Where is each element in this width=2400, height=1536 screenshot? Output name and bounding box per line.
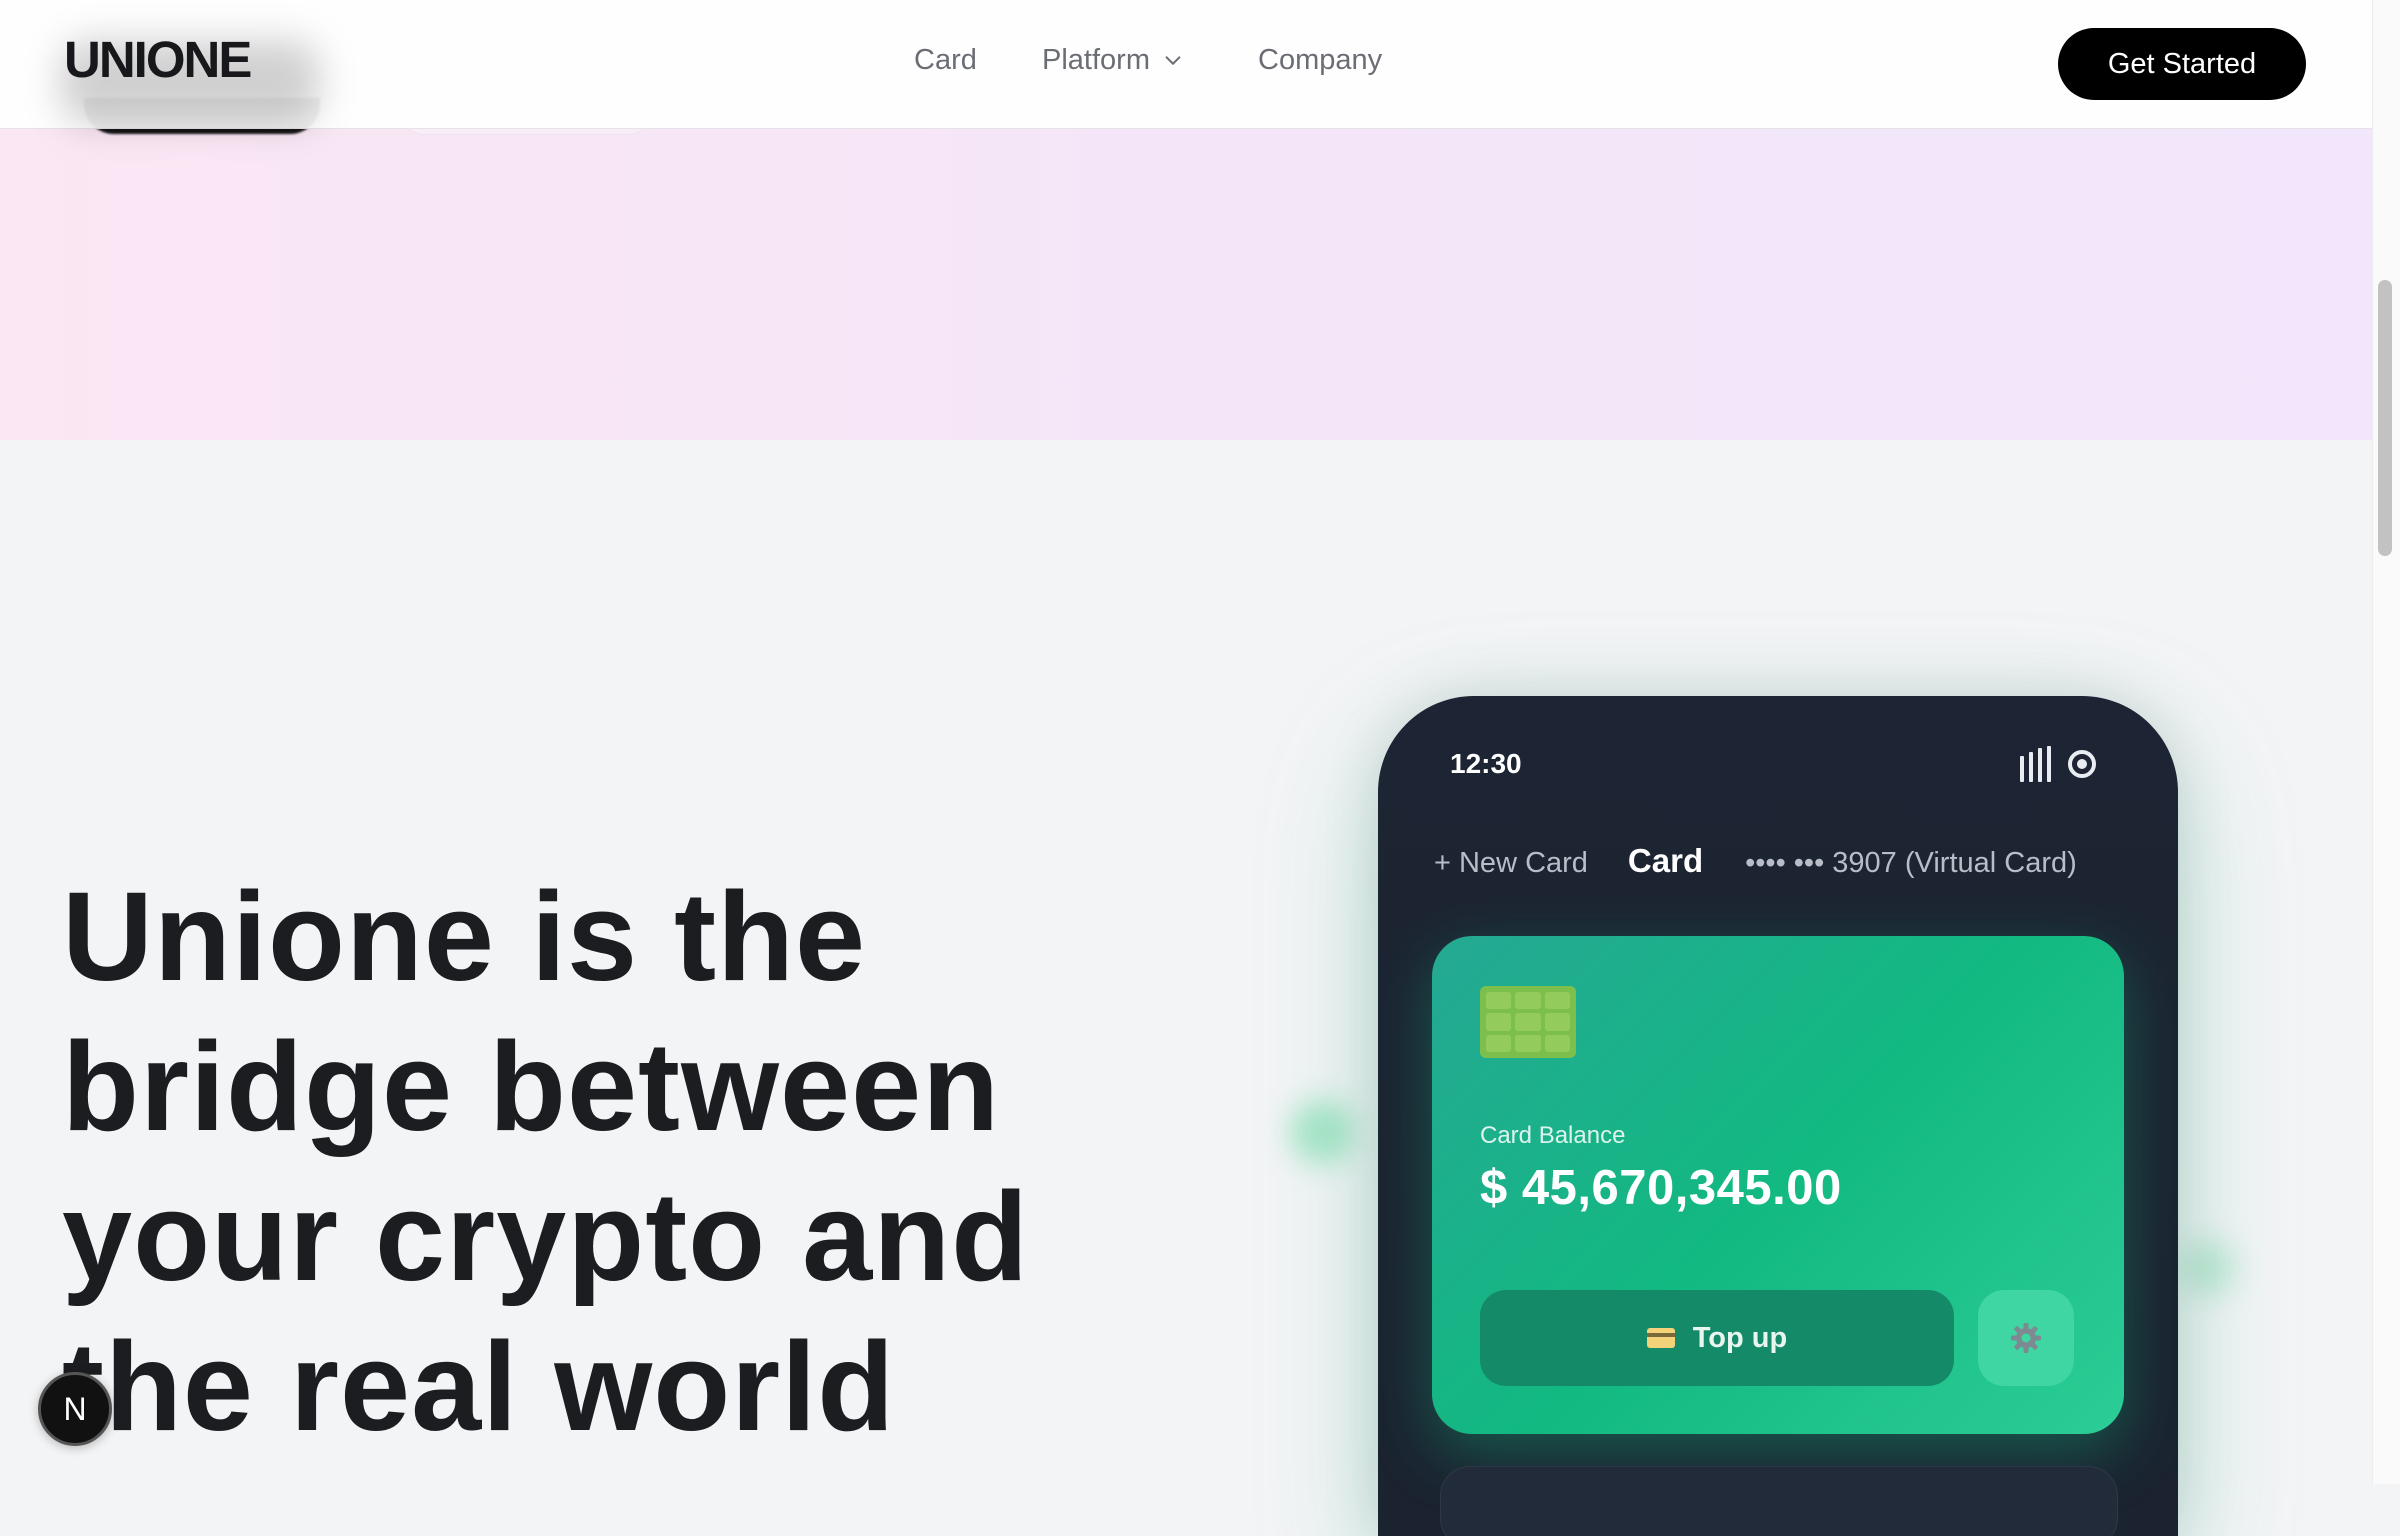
gear-icon bbox=[2011, 1323, 2041, 1353]
credit-card-icon bbox=[1646, 1328, 1675, 1348]
balance-card: Card Balance $ 45,670,345.00 Top up bbox=[1432, 936, 2124, 1434]
status-icons bbox=[2020, 746, 2096, 782]
next-card-preview bbox=[1440, 1466, 2118, 1536]
glow-decoration bbox=[2180, 1240, 2236, 1296]
card-chip-icon bbox=[1480, 986, 1576, 1058]
dev-indicator-badge[interactable]: N bbox=[38, 1372, 112, 1446]
tab-card[interactable]: Card bbox=[1628, 842, 1703, 880]
tab-virtual-card[interactable]: •••• ••• 3907 (Virtual Card) bbox=[1745, 847, 2077, 880]
phone-mockup: 12:30 + New Card Card •••• ••• 3907 (Vir… bbox=[1378, 696, 2178, 1536]
nav-company-link[interactable]: Company bbox=[1258, 44, 1382, 77]
site-header: UNIONE Card Platform Company Get Started bbox=[0, 0, 2372, 129]
hero-title: Unione is the bridge between your crypto… bbox=[62, 866, 1030, 1457]
signal-bars-icon bbox=[2020, 746, 2056, 782]
nav-platform-dropdown[interactable]: Platform bbox=[1042, 44, 1184, 77]
top-up-button[interactable]: Top up bbox=[1480, 1290, 1954, 1386]
balance-value: $ 45,670,345.00 bbox=[1480, 1161, 1842, 1215]
tab-new-card[interactable]: + New Card bbox=[1434, 847, 1588, 880]
logo[interactable]: UNIONE bbox=[64, 30, 252, 89]
balance-label: Card Balance bbox=[1480, 1122, 1626, 1149]
record-icon bbox=[2068, 750, 2096, 778]
card-tabs: + New Card Card •••• ••• 3907 (Virtual C… bbox=[1434, 842, 2077, 880]
settings-button[interactable] bbox=[1978, 1290, 2074, 1386]
top-up-label: Top up bbox=[1692, 1321, 1788, 1354]
get-started-button[interactable]: Get Started bbox=[2058, 28, 2306, 100]
scrollbar-thumb[interactable] bbox=[2378, 280, 2392, 556]
glow-decoration bbox=[1290, 1100, 1354, 1164]
chevron-down-icon bbox=[1165, 55, 1181, 65]
nav-card-link[interactable]: Card bbox=[914, 44, 977, 77]
scrollbar-track[interactable] bbox=[2372, 0, 2400, 1484]
nav-platform-label: Platform bbox=[1042, 44, 1150, 76]
status-time: 12:30 bbox=[1450, 748, 1522, 779]
